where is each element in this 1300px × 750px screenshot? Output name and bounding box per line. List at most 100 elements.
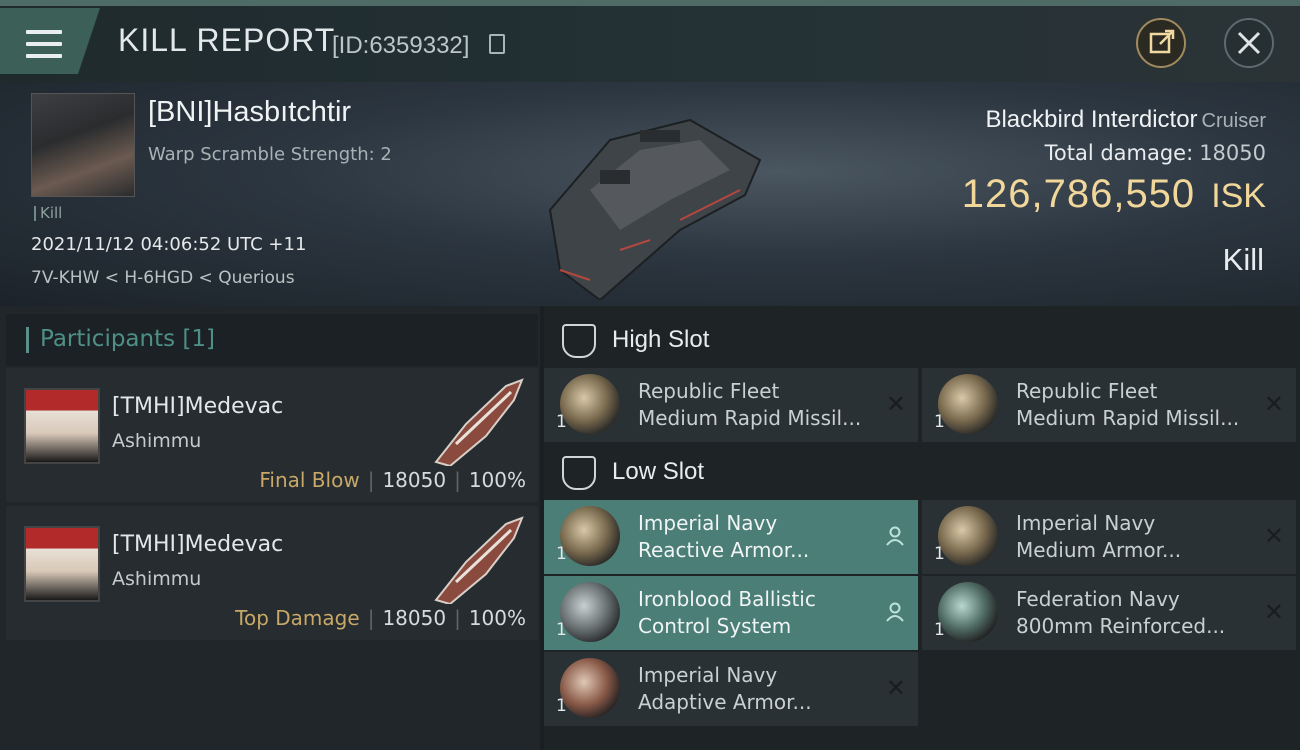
module-name: Republic Fleet Medium Rapid Missil...	[638, 378, 878, 432]
kill-result: Kill	[1222, 242, 1264, 277]
participant-role: Top Damage	[235, 606, 360, 630]
destroyed-icon: ✕	[885, 390, 906, 418]
module-name-line2: Medium Armor...	[1016, 538, 1182, 562]
ballistic-control-icon	[560, 582, 620, 642]
participant-ship-image	[434, 378, 524, 466]
report-id: [ID:6359332]	[332, 32, 470, 59]
participant-stats: Top Damage | 18050 | 100%	[235, 606, 526, 630]
module-name: Imperial Navy Medium Armor...	[1016, 510, 1256, 564]
total-damage-label: Total damage:	[1044, 141, 1194, 165]
dropped-item-icon	[886, 602, 904, 622]
module-item[interactable]: 1 Imperial Navy Reactive Armor...	[544, 500, 918, 574]
share-button[interactable]	[1136, 18, 1186, 68]
separator: |	[367, 606, 375, 630]
participant-ship: Ashimmu	[112, 568, 202, 590]
victim-subtitle: Warp Scramble Strength: 2	[148, 144, 392, 165]
ship-name[interactable]: Blackbird Interdictor Cruiser	[985, 106, 1266, 134]
module-quantity: 1	[556, 544, 567, 564]
kill-tag: Kill	[34, 206, 62, 221]
module-name-line1: Imperial Navy	[638, 663, 778, 687]
isk-value: 126,786,550 ISK	[962, 172, 1266, 217]
missile-launcher-icon	[560, 374, 620, 434]
module-item[interactable]: 1 Imperial Navy Adaptive Armor... ✕	[544, 652, 918, 726]
armor-plate-icon	[938, 506, 998, 566]
ship-class: Cruiser	[1201, 110, 1266, 132]
page-title: KILL REPORT	[118, 22, 336, 58]
participant-row[interactable]: [TMHI]Medevac Ashimmu Top Damage | 18050 | 1…	[6, 506, 538, 640]
module-item[interactable]: 1 Imperial Navy Medium Armor... ✕	[922, 500, 1296, 574]
isk-amount: 126,786,550	[961, 172, 1196, 216]
module-quantity: 1	[556, 412, 567, 432]
share-icon	[1149, 29, 1175, 54]
top-accent-line	[0, 0, 1300, 6]
module-item[interactable]: 1 Republic Fleet Medium Rapid Missil... ✕	[544, 368, 918, 442]
dropped-item-icon	[886, 526, 904, 546]
participants-title: Participants [1]	[40, 326, 215, 352]
module-name-line1: Imperial Navy	[1016, 511, 1156, 535]
copy-icon[interactable]	[489, 34, 505, 54]
participant-row[interactable]: [TMHI]Medevac Ashimmu Final Blow | 18050 | 1…	[6, 368, 538, 502]
participants-header-bar	[26, 327, 29, 353]
participant-damage: 18050	[382, 606, 447, 630]
victim-name[interactable]: [BNI]Hasbıtchtir	[148, 96, 351, 129]
participant-percent: 100%	[468, 606, 526, 630]
close-button[interactable]	[1224, 18, 1274, 68]
participant-percent: 100%	[468, 468, 526, 492]
module-item[interactable]: 1 Federation Navy 800mm Reinforced... ✕	[922, 576, 1296, 650]
total-damage-value: 18050	[1199, 141, 1266, 165]
module-name-line1: Ironblood Ballistic	[638, 587, 816, 611]
module-quantity: 1	[934, 544, 945, 564]
module-name: Imperial Navy Adaptive Armor...	[638, 662, 878, 716]
module-name-line2: Medium Rapid Missil...	[638, 406, 862, 430]
participant-stats: Final Blow | 18050 | 100%	[259, 468, 526, 492]
separator: |	[454, 606, 461, 630]
module-name-line1: Republic Fleet	[1016, 379, 1158, 403]
low-slot-header: Low Slot	[544, 446, 1300, 502]
participant-name: [TMHI]Medevac	[112, 532, 284, 557]
separator: |	[454, 468, 461, 492]
module-name-line2: Reactive Armor...	[638, 538, 810, 562]
destroyed-icon: ✕	[1263, 598, 1284, 626]
destroyed-icon: ✕	[885, 674, 906, 702]
module-name: Imperial Navy Reactive Armor...	[638, 510, 878, 564]
hamburger-menu-icon	[26, 30, 62, 58]
victim-portrait[interactable]	[31, 93, 135, 197]
armor-plate-icon	[938, 582, 998, 642]
module-quantity: 1	[934, 620, 945, 640]
participant-ship: Ashimmu	[112, 430, 202, 452]
module-name: Ironblood Ballistic Control System	[638, 586, 878, 640]
module-quantity: 1	[934, 412, 945, 432]
module-name-line2: 800mm Reinforced...	[1016, 614, 1226, 638]
module-name-line2: Control System	[638, 614, 792, 638]
participant-avatar	[24, 388, 100, 464]
participant-damage: 18050	[382, 468, 447, 492]
module-quantity: 1	[556, 620, 567, 640]
module-name-line2: Adaptive Armor...	[638, 690, 812, 714]
participants-header: Participants [1]	[6, 314, 538, 366]
participant-name: [TMHI]Medevac	[112, 394, 284, 419]
armor-hardener-icon	[560, 658, 620, 718]
high-slot-icon	[562, 324, 596, 358]
module-item[interactable]: 1 Ironblood Ballistic Control System	[544, 576, 918, 650]
module-name: Republic Fleet Medium Rapid Missil...	[1016, 378, 1256, 432]
module-name-line2: Medium Rapid Missil...	[1016, 406, 1240, 430]
module-item[interactable]: 1 Republic Fleet Medium Rapid Missil... ✕	[922, 368, 1296, 442]
participant-ship-image	[434, 516, 524, 604]
participant-avatar	[24, 526, 100, 602]
module-name: Federation Navy 800mm Reinforced...	[1016, 586, 1256, 640]
high-slot-title: High Slot	[612, 326, 710, 353]
separator: |	[367, 468, 375, 492]
ship-name-text: Blackbird Interdictor	[985, 106, 1198, 133]
total-damage: Total damage: 18050	[1045, 141, 1266, 165]
victim-ship-image[interactable]	[530, 100, 780, 300]
missile-launcher-icon	[938, 374, 998, 434]
module-name-line1: Republic Fleet	[638, 379, 780, 403]
participant-role: Final Blow	[259, 468, 360, 492]
close-icon	[1237, 31, 1261, 55]
kill-datetime: 2021/11/12 04:06:52 UTC +11	[31, 234, 307, 255]
kill-location[interactable]: 7V-KHW < H-6HGD < Querious	[31, 268, 295, 288]
module-name-line1: Federation Navy	[1016, 587, 1180, 611]
low-slot-title: Low Slot	[612, 458, 705, 485]
high-slot-header: High Slot	[544, 314, 1300, 370]
armor-hardener-icon	[560, 506, 620, 566]
